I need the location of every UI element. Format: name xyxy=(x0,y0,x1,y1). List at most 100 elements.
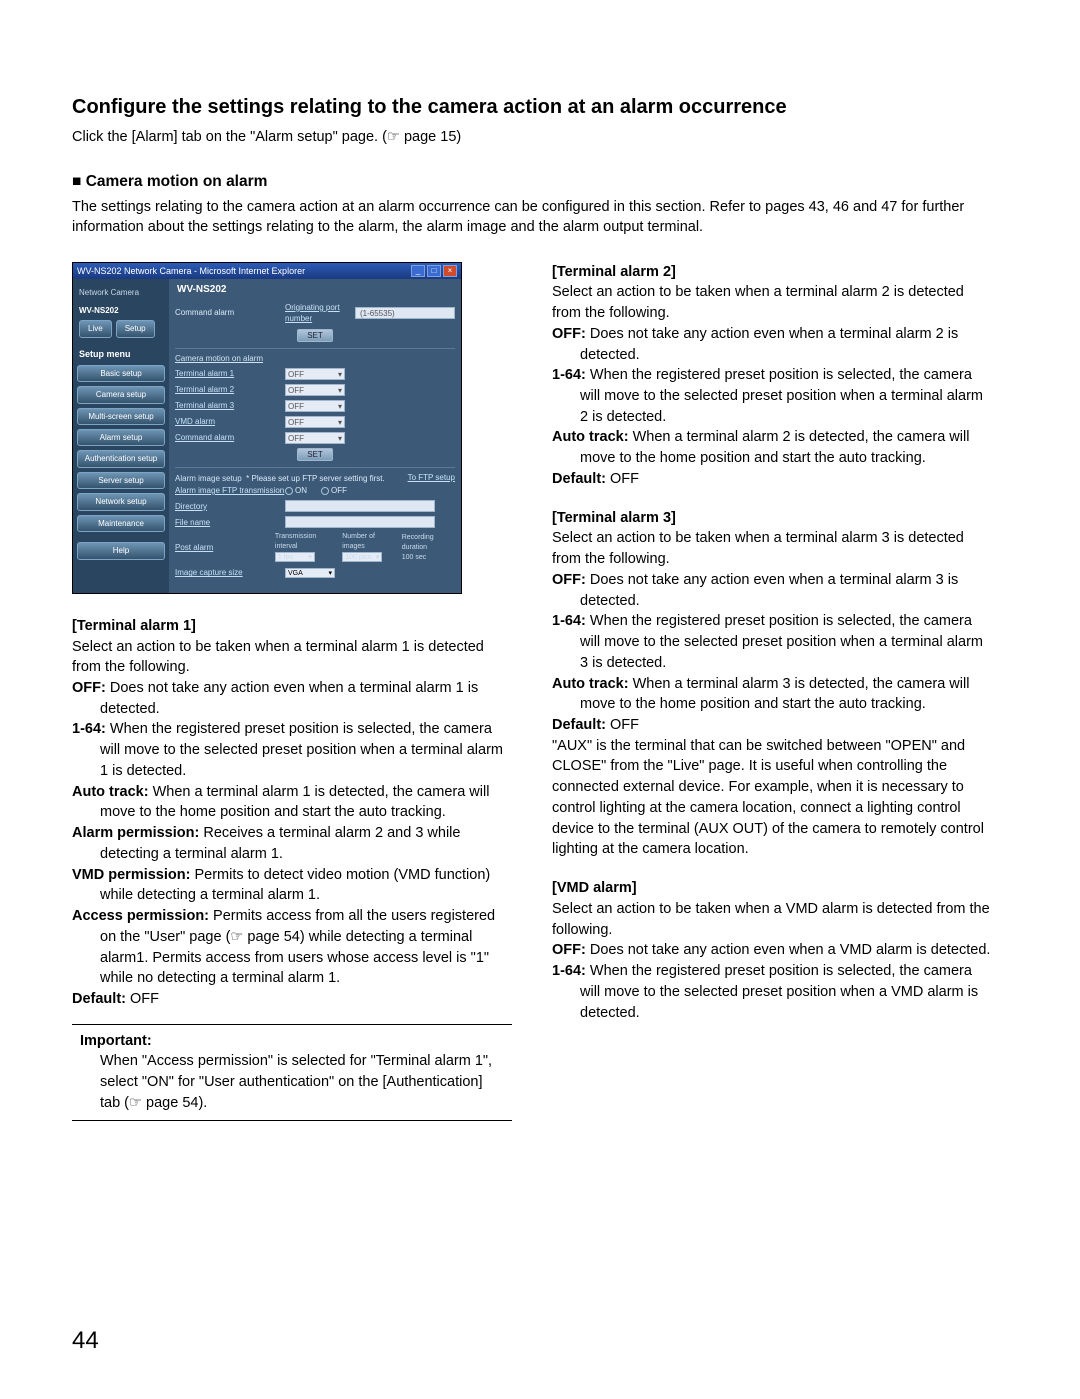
filename-input[interactable] xyxy=(285,516,435,528)
select-command-alarm[interactable]: OFF▾ xyxy=(285,432,345,444)
divider xyxy=(175,348,455,349)
select-interval[interactable]: 1 fps▾ xyxy=(275,552,315,562)
vmd-164-label: 1-64: xyxy=(552,963,586,979)
window-title: WV-NS202 Network Camera - Microsoft Inte… xyxy=(77,265,305,278)
embedded-screenshot: WV-NS202 Network Camera - Microsoft Inte… xyxy=(72,262,462,594)
chevron-down-icon: ▾ xyxy=(338,433,342,443)
intro-line: Click the [Alarm] tab on the "Alarm setu… xyxy=(72,129,1008,145)
sidebar-item-basic-setup[interactable]: Basic setup xyxy=(77,365,165,382)
important-title: Important: xyxy=(80,1031,512,1052)
select-vmd-alarm[interactable]: OFF▾ xyxy=(285,416,345,428)
row-ftp-transmission[interactable]: Alarm image FTP transmission xyxy=(175,485,285,496)
sidebar-item-maintenance[interactable]: Maintenance xyxy=(77,515,165,532)
row-filename[interactable]: File name xyxy=(175,517,285,528)
set-button-2[interactable]: SET xyxy=(297,448,333,461)
select-terminal-alarm-3[interactable]: OFF▾ xyxy=(285,400,345,412)
panel-camera-motion-head: Camera motion on alarm xyxy=(175,353,455,364)
opt-off-text: Does not take any action even when a ter… xyxy=(100,680,478,717)
sidebar-crumb-model: WV-NS202 xyxy=(77,303,165,320)
terminal-alarm-3-title: [Terminal alarm 3] xyxy=(552,508,992,529)
opt-autotrack-label: Auto track: xyxy=(72,784,149,800)
row-image-capture-size[interactable]: Image capture size xyxy=(175,567,285,578)
chevron-down-icon: ▾ xyxy=(338,401,342,411)
select-terminal-alarm-1[interactable]: OFF▾ xyxy=(285,368,345,380)
opt-autotrack-text: When a terminal alarm 1 is detected, the… xyxy=(100,784,489,821)
left-column: WV-NS202 Network Camera - Microsoft Inte… xyxy=(72,258,512,1121)
maximize-icon[interactable]: □ xyxy=(427,265,441,277)
radio-off[interactable]: OFF xyxy=(321,485,347,496)
chevron-down-icon: ▾ xyxy=(376,553,380,561)
row-terminal-alarm-2[interactable]: Terminal alarm 2 xyxy=(175,384,285,395)
port-input[interactable]: (1-65535) xyxy=(355,307,455,319)
t3-default-label: Default: xyxy=(552,717,606,733)
t2-off-label: OFF: xyxy=(552,326,586,342)
sidebar-item-alarm-setup[interactable]: Alarm setup xyxy=(77,429,165,446)
live-button[interactable]: Live xyxy=(79,320,112,337)
directory-input[interactable] xyxy=(285,500,435,512)
sidebar-item-authentication-setup[interactable]: Authentication setup xyxy=(77,450,165,467)
opt-164-text: When the registered preset position is s… xyxy=(100,721,503,778)
default-label: Default: xyxy=(72,991,126,1007)
vmd-alarm-intro: Select an action to be taken when a VMD … xyxy=(552,899,992,940)
sidebar: Network Camera WV-NS202 Live Setup Setup… xyxy=(73,279,169,592)
sub-intro: The settings relating to the camera acti… xyxy=(72,197,1008,238)
close-icon[interactable]: × xyxy=(443,265,457,277)
sidebar-menu-title: Setup menu xyxy=(77,348,165,361)
divider xyxy=(175,467,455,468)
select-num-images[interactable]: 100 pics▾ xyxy=(342,552,382,562)
post-duration-value: 100 sec xyxy=(402,553,455,563)
post-col-images-label: Number of images xyxy=(342,532,394,552)
section-title: Configure the settings relating to the c… xyxy=(72,96,1008,119)
row-vmd-alarm[interactable]: VMD alarm xyxy=(175,416,285,427)
row-post-alarm[interactable]: Post alarm xyxy=(175,542,275,553)
set-button-1[interactable]: SET xyxy=(297,329,333,342)
sidebar-item-help[interactable]: Help xyxy=(77,542,165,559)
sidebar-item-camera-setup[interactable]: Camera setup xyxy=(77,386,165,403)
t2-off-text: Does not take any action even when a ter… xyxy=(580,326,958,363)
sub-heading-text: Camera motion on alarm xyxy=(86,173,268,190)
row-terminal-alarm-3[interactable]: Terminal alarm 3 xyxy=(175,400,285,411)
t3-autotrack-label: Auto track: xyxy=(552,676,629,692)
row-command-alarm[interactable]: Command alarm xyxy=(175,432,285,443)
post-col-interval-label: Transmission interval xyxy=(275,532,334,552)
select-terminal-alarm-2[interactable]: OFF▾ xyxy=(285,384,345,396)
important-box: Important: When "Access permission" is s… xyxy=(72,1024,512,1121)
row-terminal-alarm-1[interactable]: Terminal alarm 1 xyxy=(175,368,285,379)
t3-off-text: Does not take any action even when a ter… xyxy=(580,572,958,609)
page-number: 44 xyxy=(72,1327,99,1355)
t2-164-text: When the registered preset position is s… xyxy=(580,367,983,424)
sidebar-item-multiscreen-setup[interactable]: Multi-screen setup xyxy=(77,408,165,425)
chevron-down-icon: ▾ xyxy=(338,417,342,427)
t2-default-label: Default: xyxy=(552,471,606,487)
opt-off-label: OFF: xyxy=(72,680,106,696)
vmd-off-text: Does not take any action even when a VMD… xyxy=(586,942,991,958)
opt-164-label: 1-64: xyxy=(72,721,106,737)
t3-autotrack-text: When a terminal alarm 3 is detected, the… xyxy=(580,676,969,713)
t3-164-label: 1-64: xyxy=(552,613,586,629)
vmd-off-label: OFF: xyxy=(552,942,586,958)
main-panel: WV-NS202 Command alarm Originating port … xyxy=(169,279,461,592)
aux-paragraph: "AUX" is the terminal that can be switch… xyxy=(552,736,992,860)
chevron-down-icon: ▾ xyxy=(328,569,332,577)
vmd-alarm-title: [VMD alarm] xyxy=(552,878,992,899)
chevron-down-icon: ▾ xyxy=(338,385,342,395)
sidebar-item-server-setup[interactable]: Server setup xyxy=(77,472,165,489)
opt-accessperm-label: Access permission: xyxy=(72,908,209,924)
post-col-duration-label: Recording duration xyxy=(402,533,455,553)
select-image-capture-size[interactable]: VGA▾ xyxy=(285,568,335,578)
row-port-label: Originating port number xyxy=(285,302,355,325)
t3-default-value: OFF xyxy=(606,717,639,733)
sidebar-crumb-label: Network Camera xyxy=(77,285,165,302)
minimize-icon[interactable]: _ xyxy=(411,265,425,277)
radio-on[interactable]: ON xyxy=(285,485,307,496)
row-directory[interactable]: Directory xyxy=(175,501,285,512)
chevron-down-icon: ▾ xyxy=(338,369,342,379)
opt-alarmperm-label: Alarm permission: xyxy=(72,825,199,841)
t2-default-value: OFF xyxy=(606,471,639,487)
sidebar-item-network-setup[interactable]: Network setup xyxy=(77,493,165,510)
panel-alarm-image-head: Alarm image setup * Please set up FTP se… xyxy=(175,474,385,483)
t2-autotrack-label: Auto track: xyxy=(552,429,629,445)
terminal-alarm-3-intro: Select an action to be taken when a term… xyxy=(552,528,992,569)
setup-button[interactable]: Setup xyxy=(116,320,155,337)
to-ftp-setup-link[interactable]: To FTP setup xyxy=(408,472,455,483)
